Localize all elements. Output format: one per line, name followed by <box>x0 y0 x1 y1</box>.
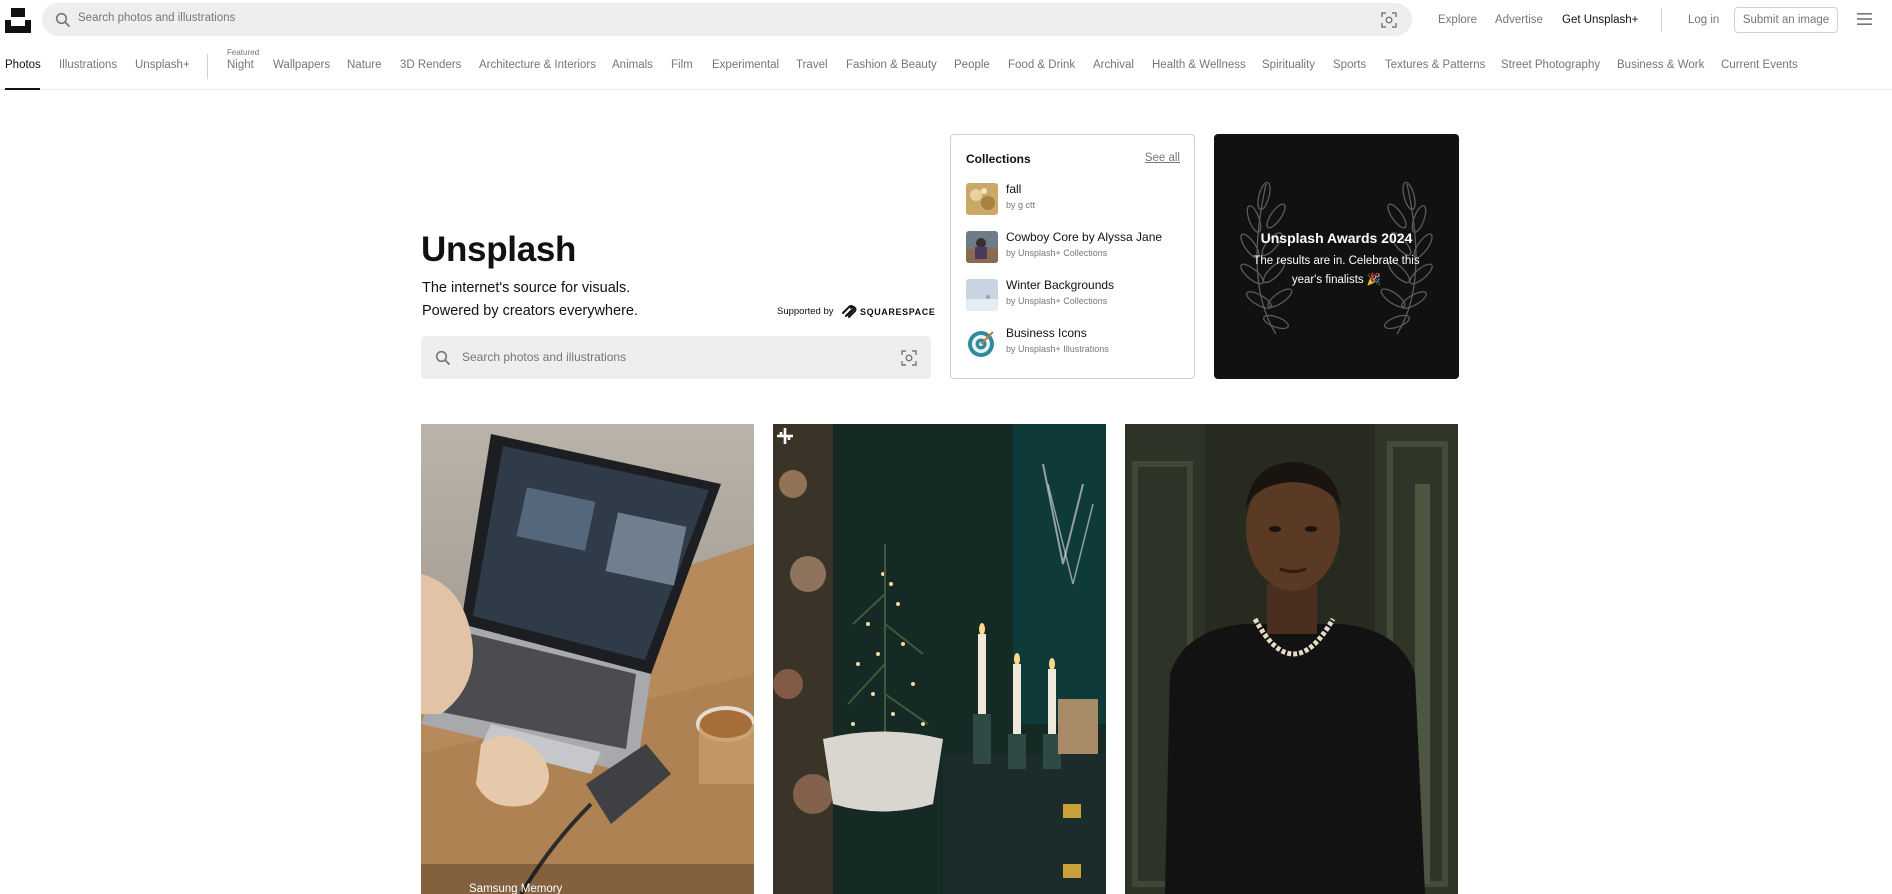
collections-heading: Collections <box>966 152 1031 166</box>
topic-fashion-beauty[interactable]: Fashion & Beauty <box>846 59 937 71</box>
christmas-interior-photo <box>773 424 1106 894</box>
tab-photos[interactable]: Photos <box>5 59 41 71</box>
topic-sports[interactable]: Sports <box>1333 59 1366 71</box>
explore-link[interactable]: Explore <box>1438 14 1477 26</box>
topic-travel[interactable]: Travel <box>796 59 828 71</box>
collection-item[interactable]: fall by g ctt <box>966 181 1186 215</box>
hero-search-input[interactable]: Search photos and illustrations <box>462 350 626 364</box>
topic-architecture-interiors[interactable]: Architecture & Interiors <box>479 59 596 71</box>
topic-archival[interactable]: Archival <box>1093 59 1134 71</box>
awards-description: The results are in. Celebrate this year'… <box>1253 255 1420 286</box>
visual-search-icon[interactable] <box>901 350 917 366</box>
top-header: Search photos and illustrations Explore … <box>0 0 1892 40</box>
hero-search-bar[interactable]: Search photos and illustrations <box>421 336 931 379</box>
search-icon[interactable] <box>55 12 71 28</box>
topic-people[interactable]: People <box>954 59 990 71</box>
collection-thumbnail <box>966 327 998 359</box>
awards-banner[interactable]: Unsplash Awards 2024 The results are in.… <box>1214 134 1459 379</box>
hero-tagline-1: The internet's source for visuals. <box>422 280 631 296</box>
visual-search-icon[interactable] <box>1381 12 1397 28</box>
photo-card[interactable] <box>1125 424 1458 894</box>
supported-by-label: Supported by <box>777 306 834 317</box>
topic-health-wellness[interactable]: Health & Wellness <box>1152 59 1246 71</box>
advertise-link[interactable]: Advertise <box>1495 14 1543 26</box>
collection-name: Winter Backgrounds <box>1006 278 1115 292</box>
collection-name: fall <box>1006 182 1022 196</box>
topic-film[interactable]: Film <box>671 59 693 71</box>
collection-name: Business Icons <box>1006 326 1087 340</box>
see-all-link[interactable]: See all <box>1145 152 1180 164</box>
sponsor-name[interactable]: SQUARESPACE <box>860 307 935 317</box>
unsplash-plus-icon <box>777 428 793 444</box>
active-tab-indicator <box>5 88 40 90</box>
featured-label: Featured <box>227 48 260 57</box>
collection-item[interactable]: Cowboy Core by Alyssa Jane by Unsplash+ … <box>966 229 1186 263</box>
topic-nature[interactable]: Nature <box>347 59 382 71</box>
login-link[interactable]: Log in <box>1688 14 1719 26</box>
top-search-input[interactable]: Search photos and illustrations <box>78 12 235 24</box>
collection-thumbnail <box>966 279 998 311</box>
hero-title: Unsplash <box>421 230 577 269</box>
collection-name: Cowboy Core by Alyssa Jane <box>1006 230 1163 244</box>
nav-divider <box>207 54 208 79</box>
collection-author: by g ctt <box>1006 200 1036 210</box>
topic-3d-renders[interactable]: 3D Renders <box>400 59 461 71</box>
collections-card: Collections See all fall by g ctt Cowboy… <box>950 134 1195 379</box>
get-unsplash-plus-link[interactable]: Get Unsplash+ <box>1562 14 1638 26</box>
header-divider <box>1661 8 1662 32</box>
hero-tagline-2: Powered by creators everywhere. <box>422 303 638 319</box>
topic-experimental[interactable]: Experimental <box>712 59 779 71</box>
topic-animals[interactable]: Animals <box>612 59 653 71</box>
collection-item[interactable]: Winter Backgrounds by Unsplash+ Collecti… <box>966 277 1186 311</box>
category-nav: Photos Illustrations Unsplash+ Featured … <box>0 40 1892 90</box>
collection-author: by Unsplash+ Collections <box>1006 296 1108 306</box>
collection-author: by Unsplash+ Collections <box>1006 248 1108 258</box>
collection-author: by Unsplash+ Illustrations <box>1006 344 1109 354</box>
portrait-photo <box>1125 424 1458 894</box>
submit-image-button[interactable]: Submit an image <box>1734 7 1838 33</box>
collection-thumbnail <box>966 183 998 215</box>
search-icon[interactable] <box>435 350 451 366</box>
topic-current-events[interactable]: Current Events <box>1721 59 1798 71</box>
laptop-photo <box>421 424 754 894</box>
topic-spirituality[interactable]: Spirituality <box>1262 59 1315 71</box>
tab-unsplash-plus[interactable]: Unsplash+ <box>135 59 190 71</box>
top-search-bar[interactable]: Search photos and illustrations <box>42 3 1412 36</box>
photo-card[interactable]: Samsung Memory <box>421 424 754 894</box>
topic-food-drink[interactable]: Food & Drink <box>1008 59 1075 71</box>
topic-textures-patterns[interactable]: Textures & Patterns <box>1385 59 1485 71</box>
photo-card[interactable] <box>773 424 1106 894</box>
topic-business-work[interactable]: Business & Work <box>1617 59 1704 71</box>
topic-wallpapers[interactable]: Wallpapers <box>273 59 330 71</box>
collection-thumbnail <box>966 231 998 263</box>
hamburger-menu-icon[interactable] <box>1857 13 1872 25</box>
awards-title: Unsplash Awards 2024 <box>1260 230 1413 246</box>
unsplash-logo-icon[interactable] <box>5 7 31 33</box>
topic-street-photography[interactable]: Street Photography <box>1501 59 1600 71</box>
topic-night[interactable]: Night <box>227 59 254 71</box>
tab-illustrations[interactable]: Illustrations <box>59 59 117 71</box>
photo-sponsor-caption[interactable]: Samsung Memory <box>469 883 562 894</box>
collection-item[interactable]: Business Icons by Unsplash+ Illustration… <box>966 325 1186 359</box>
